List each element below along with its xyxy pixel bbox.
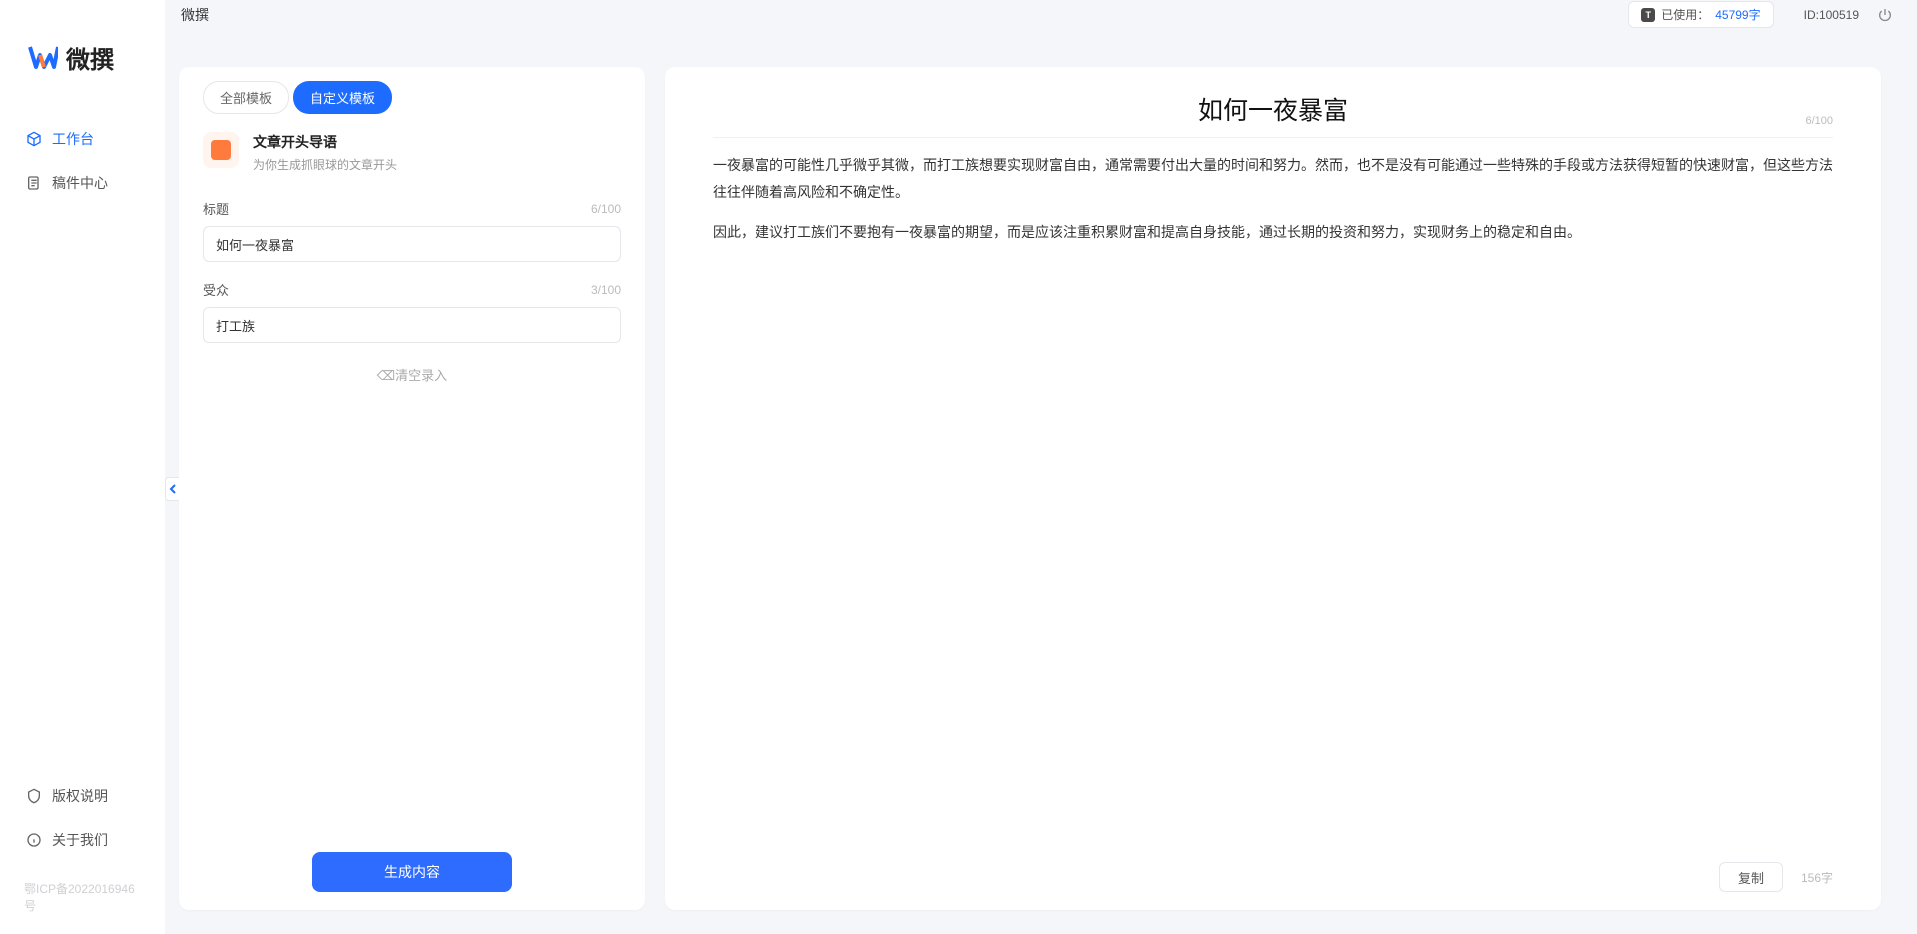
- nav-label: 工作台: [52, 129, 94, 149]
- field-label: 受众: [203, 280, 229, 299]
- usage-label: 已使用：: [1661, 6, 1709, 23]
- cube-icon: [26, 131, 42, 147]
- output-title: 如何一夜暴富: [1198, 91, 1348, 127]
- nav-about[interactable]: 关于我们: [10, 820, 155, 860]
- user-id: ID:100519: [1804, 8, 1859, 22]
- template-header: 文章开头导语 为你生成抓眼球的文章开头: [203, 132, 621, 173]
- output-paragraph: 一夜暴富的可能性几乎微乎其微，而打工族想要实现财富自由，通常需要付出大量的时间和…: [713, 152, 1833, 205]
- nav-copyright[interactable]: 版权说明: [10, 776, 155, 816]
- power-icon[interactable]: [1877, 7, 1893, 23]
- nav-label: 稿件中心: [52, 173, 108, 193]
- template-icon: [203, 132, 239, 168]
- clear-input-link[interactable]: ⌫清空录入: [203, 365, 621, 384]
- output-body: 一夜暴富的可能性几乎微乎其微，而打工族想要实现财富自由，通常需要付出大量的时间和…: [713, 152, 1833, 852]
- usage-value: 45799字: [1715, 6, 1760, 23]
- field-title: 标题 6/100: [203, 199, 621, 262]
- template-desc: 为你生成抓眼球的文章开头: [253, 156, 397, 173]
- title-input[interactable]: [203, 226, 621, 262]
- audience-input[interactable]: [203, 307, 621, 343]
- template-name: 文章开头导语: [253, 132, 397, 152]
- doc-icon: [26, 175, 42, 191]
- nav-drafts[interactable]: 稿件中心: [10, 163, 155, 203]
- output-title-counter: 6/100: [1805, 115, 1833, 127]
- output-paragraph: 因此，建议打工族们不要抱有一夜暴富的期望，而是应该注重积累财富和提高自身技能，通…: [713, 219, 1833, 246]
- field-label: 标题: [203, 199, 229, 218]
- info-icon: [26, 832, 42, 848]
- collapse-handle[interactable]: [165, 477, 179, 501]
- text-count-icon: T: [1641, 8, 1655, 22]
- shield-icon: [26, 788, 42, 804]
- field-audience: 受众 3/100: [203, 280, 621, 343]
- sidebar-bottom: 版权说明 关于我们: [0, 776, 165, 874]
- nav-workbench[interactable]: 工作台: [10, 119, 155, 159]
- template-panel: 全部模板 自定义模板 文章开头导语 为你生成抓眼球的文章开头 标题 6/100: [179, 67, 645, 910]
- header-title: 微撰: [181, 5, 209, 25]
- icp-text: 鄂ICP备2022016946号: [0, 874, 165, 920]
- nav-label: 关于我们: [52, 830, 108, 850]
- output-panel: 如何一夜暴富 6/100 一夜暴富的可能性几乎微乎其微，而打工族想要实现财富自由…: [665, 67, 1881, 910]
- app-logo: 微撰: [28, 40, 165, 75]
- char-count: 156字: [1801, 869, 1833, 886]
- header: 微撰 T 已使用： 45799字 ID:100519: [165, 0, 1917, 29]
- copy-button[interactable]: 复制: [1719, 862, 1783, 892]
- tab-all-templates[interactable]: 全部模板: [203, 81, 289, 114]
- tab-custom-template[interactable]: 自定义模板: [293, 81, 392, 114]
- usage-badge[interactable]: T 已使用： 45799字: [1628, 1, 1773, 28]
- field-counter: 3/100: [591, 283, 621, 297]
- logo-icon: [28, 43, 58, 73]
- sidebar: 微撰 工作台 稿件中心 版权说明: [0, 0, 165, 934]
- nav: 工作台 稿件中心: [0, 119, 165, 776]
- app-name: 微撰: [66, 40, 114, 75]
- nav-label: 版权说明: [52, 786, 108, 806]
- field-counter: 6/100: [591, 202, 621, 216]
- generate-button[interactable]: 生成内容: [312, 852, 512, 892]
- template-tabs: 全部模板 自定义模板: [203, 81, 621, 114]
